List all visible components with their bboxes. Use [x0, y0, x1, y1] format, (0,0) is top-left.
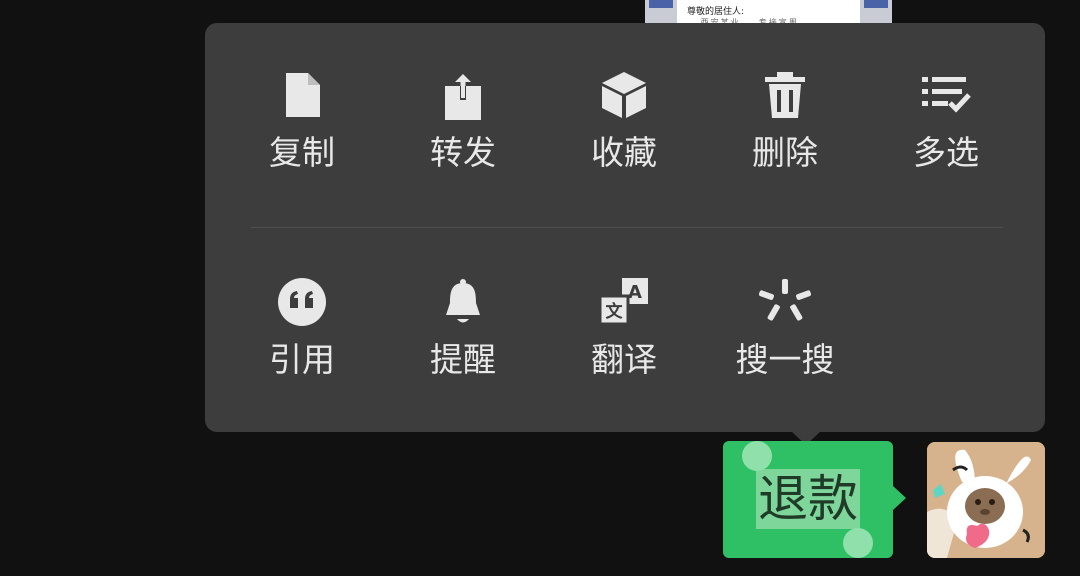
share-icon: [437, 69, 489, 121]
menu-item-delete[interactable]: 删除: [710, 69, 860, 199]
trash-icon: [759, 69, 811, 121]
menu-item-copy[interactable]: 复制: [227, 69, 377, 199]
chat-screen: 尊敬的居住人: ...西安某业 ...专接宣周... 复制 转发 收藏 删除 多…: [0, 0, 1080, 576]
message-text[interactable]: 退款: [756, 464, 860, 534]
menu-divider: [251, 227, 1003, 228]
avatar[interactable]: [927, 442, 1045, 558]
checklist-icon: [920, 69, 972, 121]
menu-item-label: 多选: [913, 133, 979, 172]
bell-icon: [437, 276, 489, 328]
menu-item-label: 复制: [269, 133, 335, 172]
menu-item-forward[interactable]: 转发: [388, 69, 538, 199]
menu-item-search[interactable]: 搜一搜: [710, 276, 860, 406]
menu-item-quote[interactable]: 引用: [227, 276, 377, 406]
sparkle-icon: [759, 276, 811, 328]
menu-item-favorite[interactable]: 收藏: [549, 69, 699, 199]
menu-item-label: 删除: [752, 133, 818, 172]
document-icon: [276, 69, 328, 121]
message-context-menu: 复制 转发 收藏 删除 多选 引用 提醒 A 文 翻译 搜一搜: [205, 23, 1045, 432]
svg-text:A: A: [628, 282, 642, 303]
menu-item-label: 翻译: [591, 340, 657, 379]
menu-item-label: 提醒: [430, 340, 496, 379]
image-decoration: [864, 0, 888, 8]
cube-icon: [598, 69, 650, 121]
selection-start-handle[interactable]: [742, 441, 772, 471]
menu-item-remind[interactable]: 提醒: [388, 276, 538, 406]
translate-icon: A 文: [598, 276, 650, 328]
svg-text:文: 文: [606, 301, 624, 322]
image-text-line: 尊敬的居住人:: [687, 7, 745, 17]
menu-item-translate[interactable]: A 文 翻译: [549, 276, 699, 406]
image-decoration: [649, 0, 673, 8]
menu-item-label: 转发: [430, 133, 496, 172]
quote-icon: [276, 276, 328, 328]
menu-item-label: 引用: [269, 340, 335, 379]
menu-item-label: 收藏: [591, 133, 657, 172]
message-bubble-tail: [893, 486, 906, 510]
menu-item-multiselect[interactable]: 多选: [871, 69, 1021, 199]
menu-item-label: 搜一搜: [735, 340, 835, 379]
selection-end-handle[interactable]: [843, 528, 873, 558]
